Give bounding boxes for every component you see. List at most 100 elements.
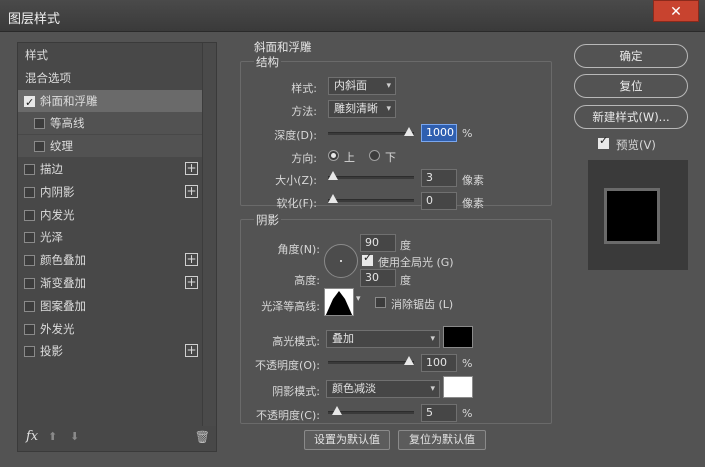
soften-unit: 像素 bbox=[462, 197, 484, 210]
style-list-item[interactable]: 内发光 bbox=[18, 204, 204, 226]
add-effect-icon[interactable]: + bbox=[185, 276, 198, 289]
anti-alias-checkbox[interactable] bbox=[375, 297, 386, 308]
direction-down-label[interactable]: 下 bbox=[385, 149, 396, 165]
highlight-opacity-thumb[interactable] bbox=[404, 356, 414, 365]
bevel-emboss-panel: 斜面和浮雕 结构 样式: 内斜面 ▾ 方法: 雕刻清晰 ▾ 深度(D): 1000 … bbox=[232, 37, 565, 452]
depth-input[interactable]: 1000 bbox=[421, 124, 457, 142]
style-list-item-checkbox[interactable] bbox=[24, 255, 35, 267]
highlight-color-swatch[interactable] bbox=[443, 326, 473, 348]
bevel-section-title: 斜面和浮雕 bbox=[252, 39, 314, 55]
global-light-label[interactable]: 使用全局光 (G) bbox=[378, 254, 454, 270]
gloss-contour-picker[interactable] bbox=[324, 288, 354, 316]
style-list-item-label: 颜色叠加 bbox=[40, 253, 86, 268]
ok-button[interactable]: 确定 bbox=[574, 44, 688, 68]
style-list-item-checkbox[interactable] bbox=[24, 92, 35, 114]
trash-icon[interactable]: 🗑 bbox=[195, 430, 210, 444]
style-select-value: 内斜面 bbox=[334, 79, 367, 92]
global-light-checkbox[interactable] bbox=[362, 251, 373, 266]
shadow-opacity-thumb[interactable] bbox=[331, 406, 342, 415]
style-list-item-label: 外发光 bbox=[40, 321, 75, 336]
reset-default-button[interactable]: 复位为默认值 bbox=[398, 430, 486, 450]
shadow-opacity-slider[interactable] bbox=[328, 406, 414, 415]
soften-slider[interactable] bbox=[328, 194, 414, 203]
move-down-icon[interactable]: ⬇ bbox=[70, 430, 79, 443]
style-preview bbox=[588, 160, 688, 270]
shadow-opacity-label: 不透明度(C): bbox=[256, 409, 320, 422]
style-list-item[interactable]: 图案叠加 bbox=[18, 295, 204, 317]
style-list-item[interactable]: 纹理 bbox=[18, 135, 204, 158]
style-list-item-label: 内阴影 bbox=[40, 184, 75, 199]
style-list-item-checkbox[interactable] bbox=[24, 346, 35, 358]
style-list-item-checkbox[interactable] bbox=[24, 278, 35, 289]
style-list-item-checkbox[interactable] bbox=[24, 164, 35, 175]
style-list-item-checkbox[interactable] bbox=[24, 186, 35, 198]
style-select[interactable]: 内斜面 ▾ bbox=[328, 77, 396, 95]
reset-button[interactable]: 复位 bbox=[574, 74, 688, 98]
style-list-item[interactable]: 斜面和浮雕 bbox=[18, 89, 204, 114]
style-list-item[interactable]: 渐变叠加 + bbox=[18, 272, 204, 294]
direction-label: 方向: bbox=[291, 152, 317, 165]
altitude-input[interactable]: 30 bbox=[360, 269, 396, 287]
size-slider[interactable] bbox=[328, 171, 414, 180]
contour-chevron-icon[interactable]: ▾ bbox=[356, 294, 361, 304]
move-up-icon[interactable]: ⬆ bbox=[48, 430, 57, 443]
highlight-opacity-unit: % bbox=[462, 357, 473, 370]
style-list-item[interactable]: 等高线 bbox=[18, 112, 204, 135]
style-list-item[interactable]: 混合选项 bbox=[18, 67, 204, 89]
shadow-opacity-unit: % bbox=[462, 407, 473, 420]
angle-input[interactable]: 90 bbox=[360, 234, 396, 252]
shading-title: 阴影 bbox=[254, 212, 281, 228]
style-list-item[interactable]: 光泽 bbox=[18, 226, 204, 248]
preview-label[interactable]: 预览(V) bbox=[616, 137, 656, 153]
styles-list-scrollbar[interactable] bbox=[202, 43, 216, 426]
new-style-button[interactable]: 新建样式(W)... bbox=[574, 105, 688, 129]
style-list-item-label: 等高线 bbox=[50, 116, 85, 131]
add-effect-icon[interactable]: + bbox=[185, 253, 198, 267]
add-effect-icon[interactable]: + bbox=[185, 184, 198, 198]
style-list-item-checkbox[interactable] bbox=[34, 118, 45, 130]
style-list-item[interactable]: 投影 + bbox=[18, 340, 204, 362]
angle-dial[interactable] bbox=[324, 244, 358, 278]
angle-label: 角度(N): bbox=[277, 243, 320, 256]
direction-up-radio[interactable] bbox=[328, 150, 339, 161]
soften-input[interactable]: 0 bbox=[421, 192, 457, 210]
style-list-item-checkbox[interactable] bbox=[34, 141, 45, 153]
style-list-item-checkbox[interactable] bbox=[24, 209, 35, 221]
size-label: 大小(Z): bbox=[275, 174, 317, 187]
style-list-item-checkbox[interactable] bbox=[24, 232, 35, 244]
shadow-opacity-input[interactable]: 5 bbox=[421, 404, 457, 422]
styles-list-footer: fx ⬆ ⬇ 🗑 bbox=[18, 425, 216, 451]
highlight-mode-select[interactable]: 叠加 ▾ bbox=[326, 330, 440, 348]
size-input[interactable]: 3 bbox=[421, 169, 457, 187]
size-slider-thumb[interactable] bbox=[328, 171, 338, 180]
chevron-down-icon: ▾ bbox=[386, 81, 391, 91]
style-list-item-checkbox[interactable] bbox=[24, 323, 35, 335]
style-list-item[interactable]: 外发光 bbox=[18, 318, 204, 340]
style-list-item[interactable]: 内阴影 + bbox=[18, 181, 204, 203]
direction-down-radio[interactable] bbox=[369, 150, 380, 161]
style-list-item-checkbox[interactable] bbox=[24, 300, 35, 312]
style-list-item[interactable]: 描边 + bbox=[18, 158, 204, 180]
anti-alias-label[interactable]: 消除锯齿 (L) bbox=[391, 296, 453, 312]
style-list-item-label: 混合选项 bbox=[25, 70, 71, 85]
depth-slider-thumb[interactable] bbox=[404, 127, 414, 136]
shadow-mode-select[interactable]: 颜色减淡 ▾ bbox=[326, 380, 440, 398]
direction-up-label[interactable]: 上 bbox=[344, 149, 355, 165]
technique-select[interactable]: 雕刻清晰 ▾ bbox=[328, 100, 396, 118]
preview-checkbox[interactable] bbox=[598, 134, 609, 149]
fx-menu-button[interactable]: fx bbox=[26, 429, 38, 444]
style-list-item[interactable]: 颜色叠加 + bbox=[18, 249, 204, 271]
depth-slider[interactable] bbox=[328, 127, 414, 136]
technique-label: 方法: bbox=[291, 105, 317, 118]
highlight-opacity-input[interactable]: 100 bbox=[421, 354, 457, 372]
gloss-contour-label: 光泽等高线: bbox=[261, 300, 320, 313]
highlight-opacity-slider[interactable] bbox=[328, 356, 414, 365]
set-default-button[interactable]: 设置为默认值 bbox=[304, 430, 390, 450]
soften-slider-thumb[interactable] bbox=[328, 194, 338, 203]
shadow-color-swatch[interactable] bbox=[443, 376, 473, 398]
style-list-item-label: 斜面和浮雕 bbox=[40, 93, 98, 108]
add-effect-icon[interactable]: + bbox=[185, 344, 198, 358]
style-list-item[interactable]: 样式 bbox=[18, 44, 204, 66]
close-button[interactable]: ✕ bbox=[653, 0, 699, 22]
add-effect-icon[interactable]: + bbox=[185, 162, 198, 175]
